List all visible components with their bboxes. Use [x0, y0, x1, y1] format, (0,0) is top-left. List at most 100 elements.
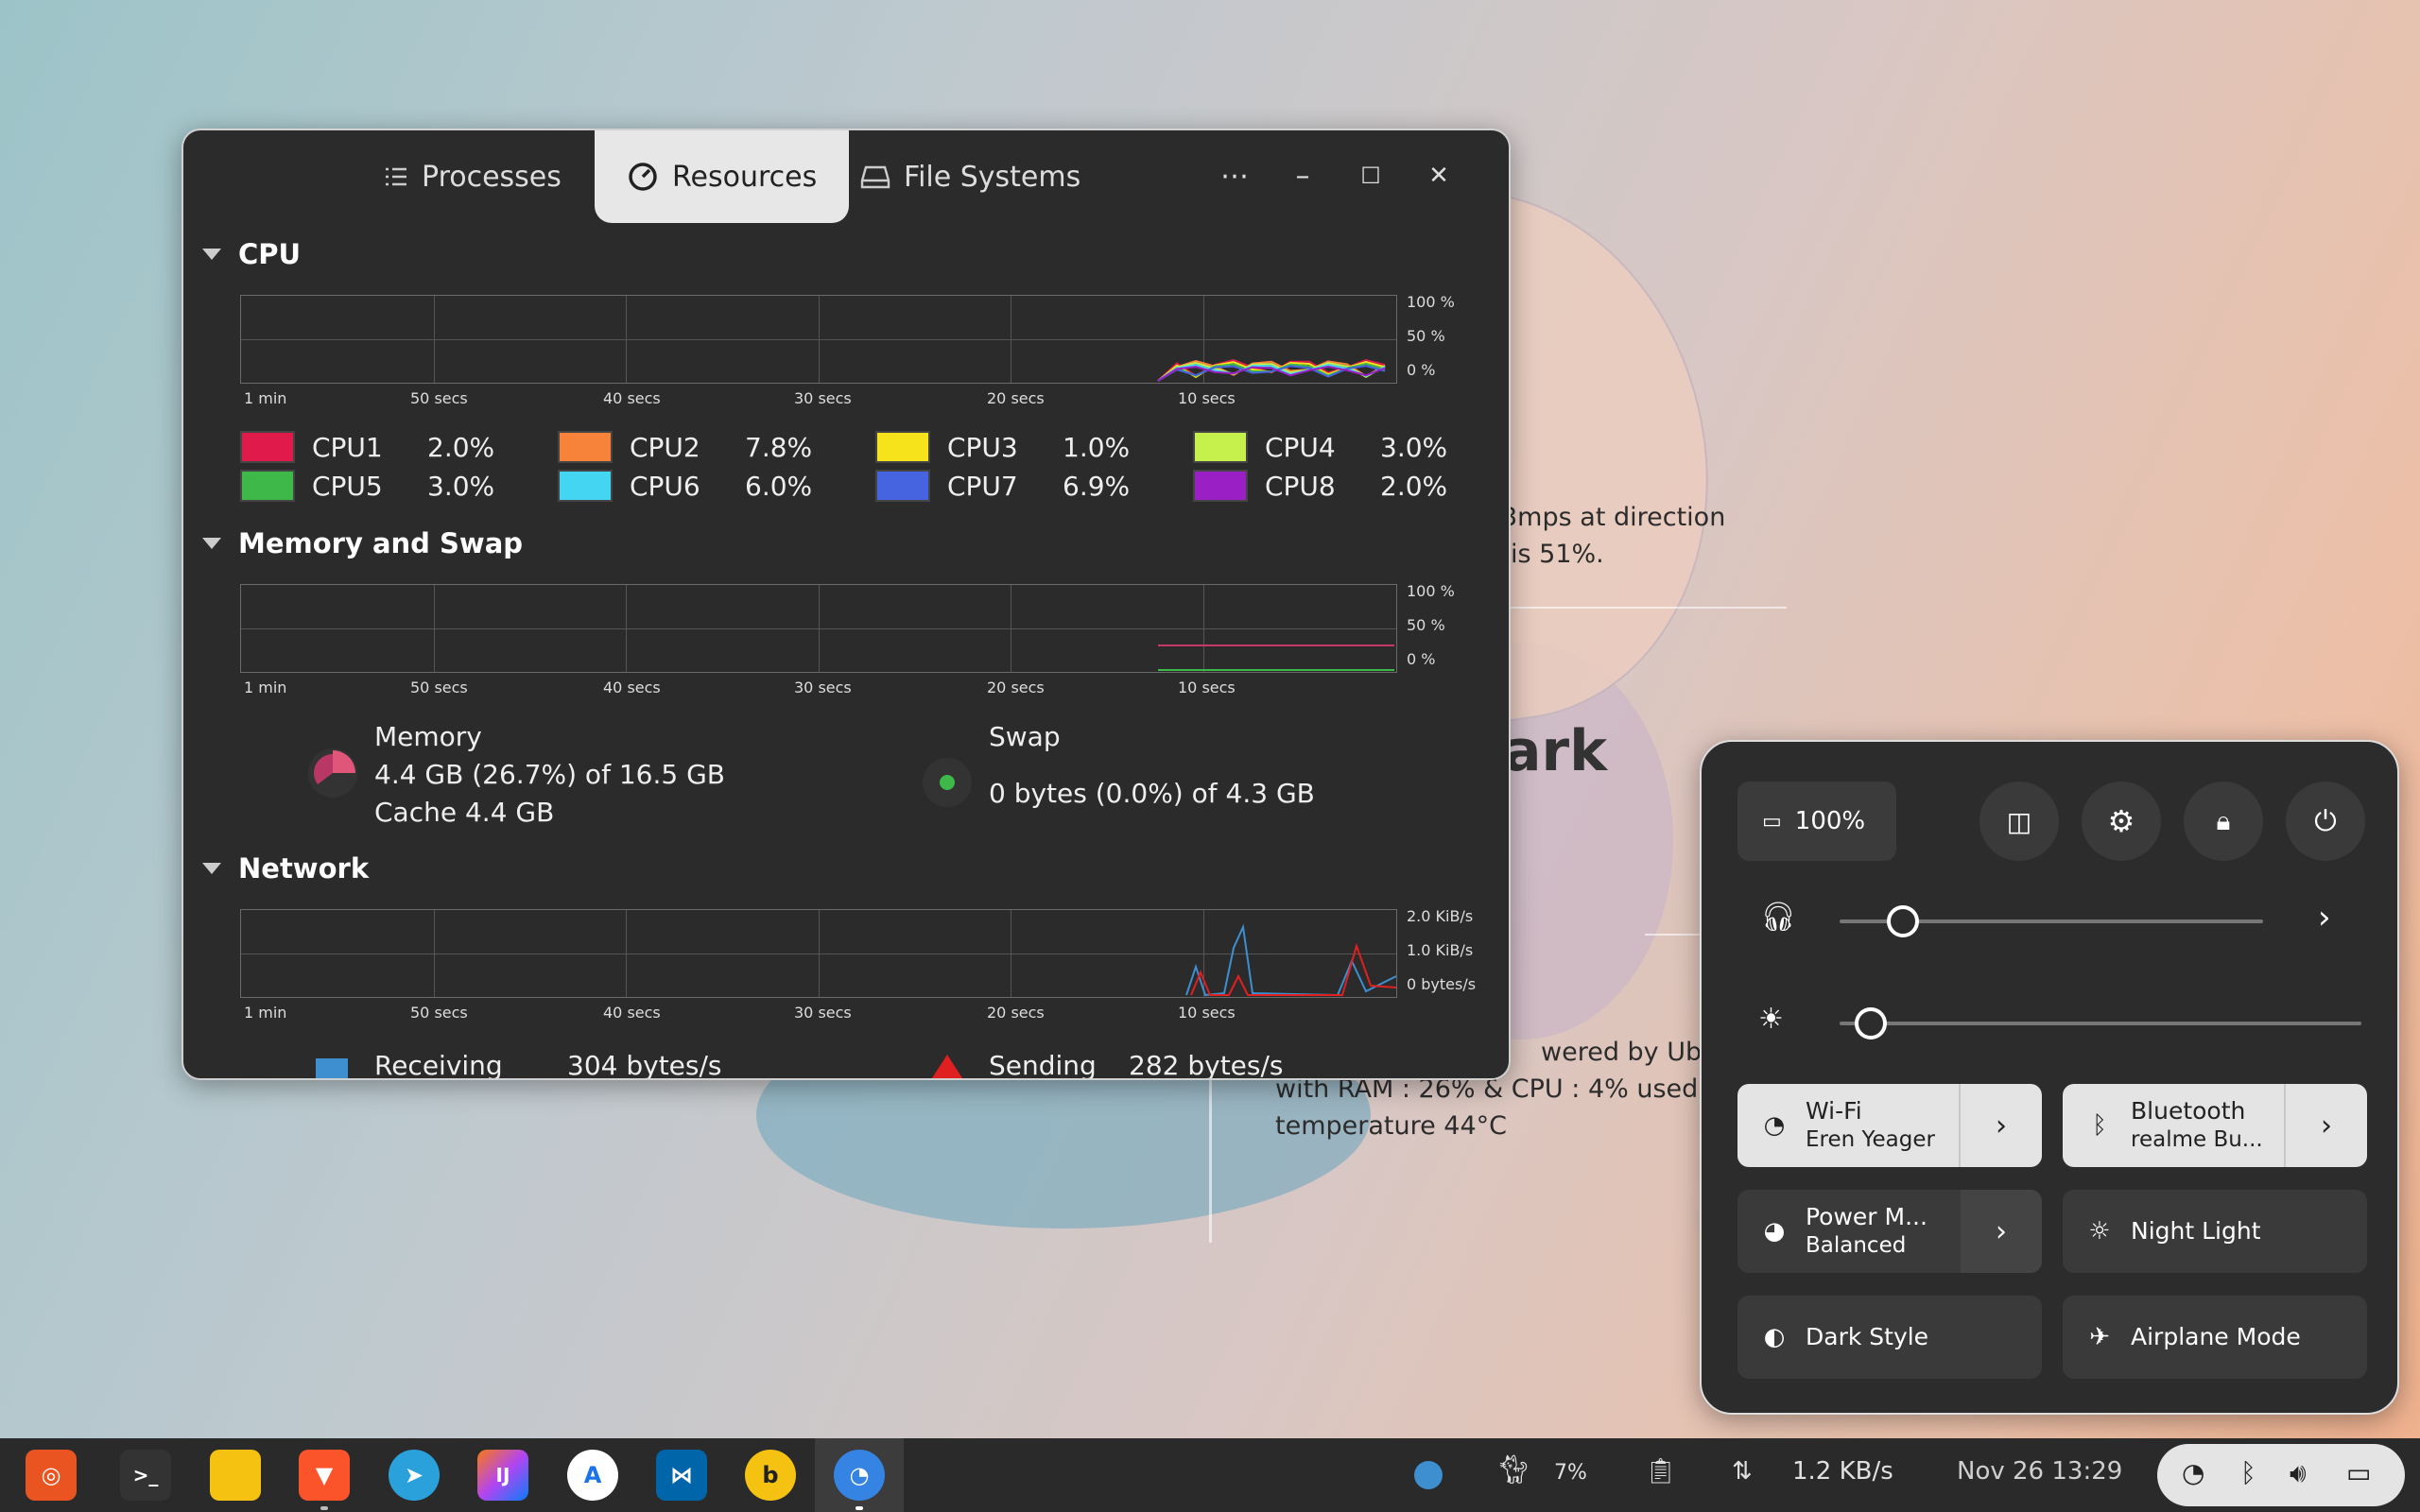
main-menu-button[interactable]: ⋯ — [1216, 157, 1253, 195]
cpu-core-legend[interactable]: CPU6 6.0% — [558, 470, 812, 502]
swap-label: Swap — [989, 721, 1061, 752]
cpu-percent: 7% — [1554, 1461, 1587, 1485]
dark-style-toggle[interactable]: ◐ Dark Style — [1737, 1296, 2042, 1379]
network-section-header[interactable]: Network — [202, 852, 369, 885]
bluetooth-toggle[interactable]: ᛒ Bluetooth realme Bu... › — [2063, 1084, 2367, 1167]
tab-resources[interactable]: Resources — [595, 130, 850, 223]
chevron-right-icon[interactable]: › — [2318, 899, 2331, 936]
telegram-icon[interactable]: ➤ — [389, 1450, 440, 1501]
y-tick-label: 100 % — [1407, 582, 1455, 600]
cpu-core-legend[interactable]: CPU7 6.9% — [875, 470, 1130, 502]
cpu-color-swatch[interactable] — [875, 470, 930, 502]
power-mode-menu-button[interactable]: › — [1961, 1190, 2042, 1273]
vscode-icon[interactable]: ⋈ — [656, 1450, 707, 1501]
cpu-core-name: CPU4 — [1265, 431, 1336, 463]
cpu-core-legend[interactable]: CPU5 3.0% — [240, 470, 494, 502]
cpu-color-swatch[interactable] — [875, 431, 930, 463]
tile-title: Dark Style — [1806, 1323, 1929, 1350]
bluetooth-menu-button[interactable]: › — [2284, 1084, 2367, 1167]
ubuntu-icon[interactable]: ◎ — [26, 1450, 77, 1501]
maximize-icon: ☐ — [1360, 163, 1381, 189]
graph-plot — [1185, 923, 1396, 997]
x-tick-label: 1 min — [244, 1004, 287, 1022]
desktop-widget-heading: ark — [1503, 718, 1607, 784]
night-light-toggle[interactable]: ☼ Night Light — [2063, 1190, 2367, 1273]
lock-button[interactable]: 🔒︎ — [2184, 782, 2263, 861]
battery-icon: ▭ — [2346, 1457, 2372, 1488]
brave-icon[interactable]: ▼ — [299, 1450, 350, 1501]
cpu-core-name: CPU5 — [312, 470, 383, 502]
resources-app-icon[interactable]: ◔ — [834, 1450, 885, 1501]
cpu-core-name: CPU7 — [947, 470, 1018, 502]
power-button[interactable]: ⏻ — [2286, 782, 2365, 861]
minimize-button[interactable]: – — [1284, 157, 1322, 195]
close-icon: ✕ — [1428, 162, 1449, 190]
cpu-core-legend[interactable]: CPU2 7.8% — [558, 431, 812, 463]
cpu-color-swatch[interactable] — [240, 470, 295, 502]
cpu-core-value: 2.0% — [1380, 470, 1448, 502]
battery-indicator[interactable]: ▭ 100% — [1737, 782, 1896, 861]
x-tick-label: 40 secs — [603, 1004, 661, 1022]
clipboard-icon[interactable]: 📋︎ — [1645, 1457, 1676, 1486]
section-title: CPU — [238, 238, 302, 270]
files-icon[interactable] — [210, 1450, 261, 1501]
graph-series-line — [1185, 923, 1396, 997]
sending-icon — [930, 1055, 964, 1078]
cpu-core-value: 3.0% — [1380, 431, 1448, 463]
maximize-button[interactable]: ☐ — [1352, 157, 1390, 195]
close-button[interactable]: ✕ — [1420, 157, 1458, 195]
cpu-core-legend[interactable]: CPU1 2.0% — [240, 431, 494, 463]
cpu-core-name: CPU3 — [947, 431, 1018, 463]
cpu-graph — [240, 295, 1397, 384]
wifi-menu-button[interactable]: › — [1959, 1084, 2042, 1167]
brightness-icon: ☀ — [1758, 1003, 1784, 1036]
y-tick-label: 50 % — [1407, 327, 1445, 345]
cpu-color-swatch[interactable] — [558, 470, 613, 502]
airplane-mode-toggle[interactable]: ✈ Airplane Mode — [2063, 1296, 2367, 1379]
cpu-color-swatch[interactable] — [1193, 431, 1248, 463]
system-status-area[interactable]: ◔ ᛒ 🔊︎ ▭ — [2157, 1444, 2405, 1506]
y-tick-label: 0 % — [1407, 361, 1436, 379]
minimize-icon: – — [1295, 159, 1310, 193]
weather-tray-icon[interactable] — [1414, 1461, 1443, 1489]
bing-icon[interactable]: b — [745, 1450, 796, 1501]
resources-window: Processes Resources File Systems ⋯ – ☐ ✕… — [182, 129, 1511, 1080]
cpu-core-value: 3.0% — [427, 470, 495, 502]
y-tick-label: 50 % — [1407, 616, 1445, 634]
power-mode-toggle[interactable]: ◕ Power M... Balanced › — [1737, 1190, 2042, 1273]
memory-section-header[interactable]: Memory and Swap — [202, 527, 523, 559]
intellij-icon[interactable]: IJ — [477, 1450, 528, 1501]
screenshot-icon: ◫ — [2006, 805, 2032, 837]
tab-processes[interactable]: Processes — [384, 130, 562, 223]
settings-button[interactable]: ⚙ — [2082, 782, 2161, 861]
volume-slider-knob[interactable] — [1887, 905, 1920, 937]
terminal-icon[interactable]: >_ — [120, 1450, 171, 1501]
gear-icon: ⚙ — [2107, 803, 2135, 839]
cpu-color-swatch[interactable] — [1193, 470, 1248, 502]
cpu-core-legend[interactable]: CPU8 2.0% — [1193, 470, 1447, 502]
screenshot-button[interactable]: ◫ — [1979, 782, 2059, 861]
cpu-color-swatch[interactable] — [240, 431, 295, 463]
headphones-icon: 🎧︎ — [1760, 901, 1797, 934]
appcenter-icon[interactable]: A — [567, 1450, 618, 1501]
sending-label: Sending — [989, 1050, 1097, 1080]
cpu-color-swatch[interactable] — [558, 431, 613, 463]
tile-subtitle: Eren Yeager — [1806, 1127, 1935, 1152]
memory-usage: 4.4 GB (26.7%) of 16.5 GB — [374, 759, 725, 790]
x-tick-label: 40 secs — [603, 389, 661, 407]
brightness-slider-knob[interactable] — [1855, 1007, 1888, 1040]
bluetooth-icon: ᛒ — [2240, 1457, 2256, 1488]
memory-pie-icon — [308, 748, 357, 798]
cpu-core-legend[interactable]: CPU4 3.0% — [1193, 431, 1447, 463]
cpu-section-header[interactable]: CPU — [202, 238, 301, 270]
clock[interactable]: Nov 26 13:29 — [1957, 1457, 2122, 1486]
tab-file-systems[interactable]: File Systems — [860, 130, 1080, 223]
runcat-icon[interactable]: 🐈︎ — [1495, 1453, 1531, 1486]
tile-title: Wi-Fi — [1806, 1097, 1862, 1125]
wifi-toggle[interactable]: ◔ Wi-Fi Eren Yeager › — [1737, 1084, 2042, 1167]
brightness-slider[interactable] — [1840, 1022, 2361, 1025]
weather-widget-text: is 51%. — [1511, 540, 1604, 569]
cpu-core-legend[interactable]: CPU3 1.0% — [875, 431, 1130, 463]
running-indicator — [856, 1506, 863, 1510]
y-tick-label: 0 bytes/s — [1407, 975, 1477, 993]
